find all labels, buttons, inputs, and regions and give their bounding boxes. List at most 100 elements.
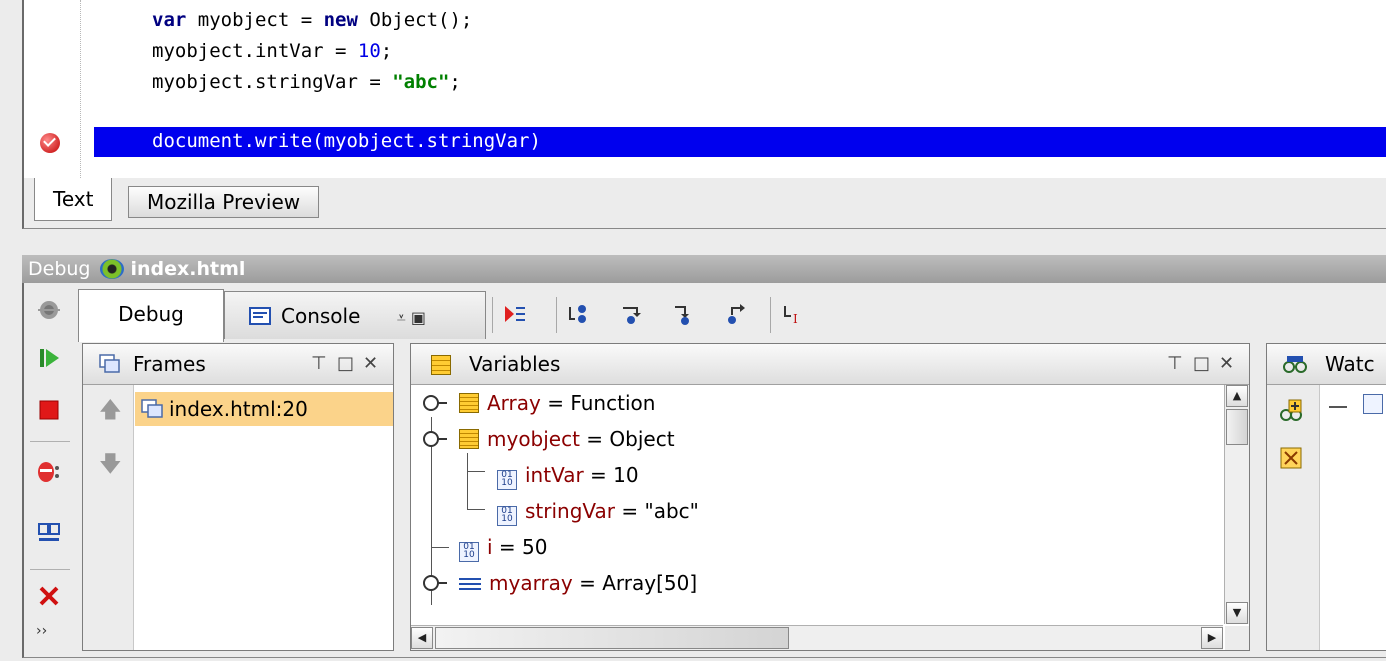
scroll-corner: [1225, 626, 1249, 650]
tree-line: [467, 509, 485, 510]
frames-panel: Frames ⊤□✕ 🡅 🡇 index.html:20: [82, 343, 394, 651]
frame-item-label: index.html:20: [169, 397, 308, 421]
scroll-left-icon[interactable]: ◀: [411, 627, 433, 649]
close-session-icon[interactable]: [36, 583, 62, 609]
variables-maximize-icon[interactable]: □: [1193, 344, 1211, 384]
debug-window-file: index.html: [130, 258, 246, 280]
frames-panel-controls: ⊤□✕: [303, 344, 381, 384]
variables-horizontal-scrollbar[interactable]: ◀ ▶: [411, 625, 1223, 650]
frame-up-arrow-icon[interactable]: 🡅: [99, 400, 122, 422]
editor-view-tabs: Text Mozilla Preview: [22, 178, 1386, 229]
toolbar-separator: [492, 297, 493, 333]
console-label: Console: [281, 304, 361, 328]
variables-panel-controls: ⊤□✕: [1159, 344, 1237, 384]
console-icon: [249, 307, 271, 325]
variables-panel-title: Variables: [469, 352, 561, 376]
frame-down-arrow-icon[interactable]: 🡇: [99, 454, 122, 476]
stop-icon[interactable]: [36, 397, 62, 423]
watches-panel: Watc: [1266, 343, 1386, 651]
evaluate-expression-icon[interactable]: I: [782, 303, 804, 326]
debug-session-icon: [36, 297, 62, 323]
variables-tree[interactable]: Array = Function myobject = Object 01 10 i…: [411, 385, 1223, 624]
tree-line: [467, 453, 468, 509]
frames-panel-title: Frames: [133, 352, 206, 376]
console-tab-controls[interactable]: ⩡ ▣: [397, 308, 426, 327]
object-icon: [459, 393, 479, 413]
watches-panel-title: Watc: [1325, 352, 1375, 376]
watch-tree-line: [1329, 406, 1347, 408]
debug-window-titlebar[interactable]: Debug index.html: [22, 255, 1386, 283]
current-line-highlight: document.write(myobject.stringVar): [94, 127, 1386, 157]
variables-panel: Variables ⊤□✕ Array = Function myobject …: [410, 343, 1250, 651]
variables-close-icon[interactable]: ✕: [1219, 344, 1237, 384]
object-icon: [459, 429, 479, 449]
debug-window-label: Debug: [28, 258, 91, 280]
variables-pin-icon[interactable]: ⊤: [1167, 344, 1185, 384]
delete-all-watches-icon[interactable]: [1280, 447, 1302, 469]
tab-console[interactable]: Console ⩡ ▣: [224, 291, 486, 339]
variable-row[interactable]: Array = Function: [459, 385, 655, 421]
debug-tab-toolbar: Debug Console ⩡ ▣ I: [78, 283, 1386, 342]
expand-toggle-icon[interactable]: [423, 395, 447, 411]
breakpoint-icon[interactable]: [40, 133, 60, 153]
continue-icon[interactable]: [36, 345, 62, 371]
toolbar-separator: [30, 569, 70, 570]
scroll-down-icon[interactable]: ▼: [1226, 602, 1248, 624]
scroll-right-icon[interactable]: ▶: [1201, 627, 1223, 649]
expand-toggle-icon[interactable]: [423, 431, 447, 447]
code-line-3: myobject.stringVar = "abc";: [152, 71, 461, 93]
watches-panel-header[interactable]: Watc: [1267, 344, 1386, 385]
watches-side-toolbar: [1267, 385, 1320, 650]
step-into-icon[interactable]: [672, 303, 694, 325]
watches-icon: [1283, 356, 1307, 373]
frames-panel-header[interactable]: Frames ⊤□✕: [83, 344, 393, 385]
code-line-2: myobject.intVar = 10;: [152, 40, 393, 62]
step-out-icon[interactable]: [724, 303, 746, 325]
variable-row[interactable]: 01 10 stringVar = "abc": [497, 493, 699, 529]
toolbar-separator: [30, 441, 70, 442]
tab-text[interactable]: Text: [34, 178, 113, 221]
primitive-icon: 01 10: [459, 542, 479, 562]
toolbar-separator: [556, 297, 557, 333]
variable-row[interactable]: myarray = Array[50]: [459, 565, 697, 601]
frames-side-toolbar: 🡅 🡇: [83, 385, 134, 650]
step-over-expression-icon[interactable]: [568, 303, 590, 325]
debug-left-toolbar: ››: [22, 283, 78, 657]
tab-debug[interactable]: Debug: [78, 289, 224, 342]
primitive-icon: 01 10: [497, 506, 517, 526]
tree-line: [467, 471, 485, 472]
array-icon: [459, 575, 481, 593]
code-line-1: var myobject = new Object();: [152, 9, 473, 31]
variables-vertical-scrollbar[interactable]: ▲ ▼: [1224, 385, 1249, 624]
svg-text:I: I: [793, 312, 798, 325]
more-chevron-icon[interactable]: ››: [36, 623, 62, 649]
expand-toggle-icon[interactable]: [423, 575, 447, 591]
toolbar-separator: [770, 297, 771, 333]
scrollbar-thumb[interactable]: [435, 627, 789, 649]
variable-row[interactable]: 01 10 intVar = 10: [497, 457, 639, 493]
variable-row[interactable]: 01 10 i = 50: [459, 529, 547, 565]
frame-item[interactable]: index.html:20: [135, 392, 393, 426]
layout-icon[interactable]: [36, 521, 62, 547]
variable-row[interactable]: myobject = Object: [459, 421, 675, 457]
frames-close-icon[interactable]: ✕: [363, 344, 381, 384]
run-to-cursor-icon[interactable]: [504, 303, 526, 325]
code-editor[interactable]: var myobject = new Object(); myobject.in…: [22, 0, 1386, 179]
tree-line: [431, 547, 449, 548]
step-over-icon[interactable]: [620, 303, 642, 325]
current-code-line: document.write(myobject.stringVar): [152, 130, 541, 152]
scrollbar-thumb[interactable]: [1226, 409, 1248, 445]
scroll-up-icon[interactable]: ▲: [1226, 385, 1248, 407]
variables-icon: [431, 355, 451, 375]
variables-panel-header[interactable]: Variables ⊤□✕: [411, 344, 1249, 385]
threads-icon[interactable]: [36, 459, 62, 485]
primitive-icon: 01 10: [497, 470, 517, 490]
watch-item-icon: [1363, 394, 1383, 414]
tab-mozilla-preview[interactable]: Mozilla Preview: [128, 186, 320, 218]
debug-bug-icon: [100, 259, 125, 279]
frame-item-icon: [141, 399, 163, 418]
frames-icon: [99, 354, 120, 373]
frames-maximize-icon[interactable]: □: [337, 344, 355, 384]
frames-pin-icon[interactable]: ⊤: [311, 344, 329, 384]
new-watch-icon[interactable]: [1279, 399, 1303, 423]
